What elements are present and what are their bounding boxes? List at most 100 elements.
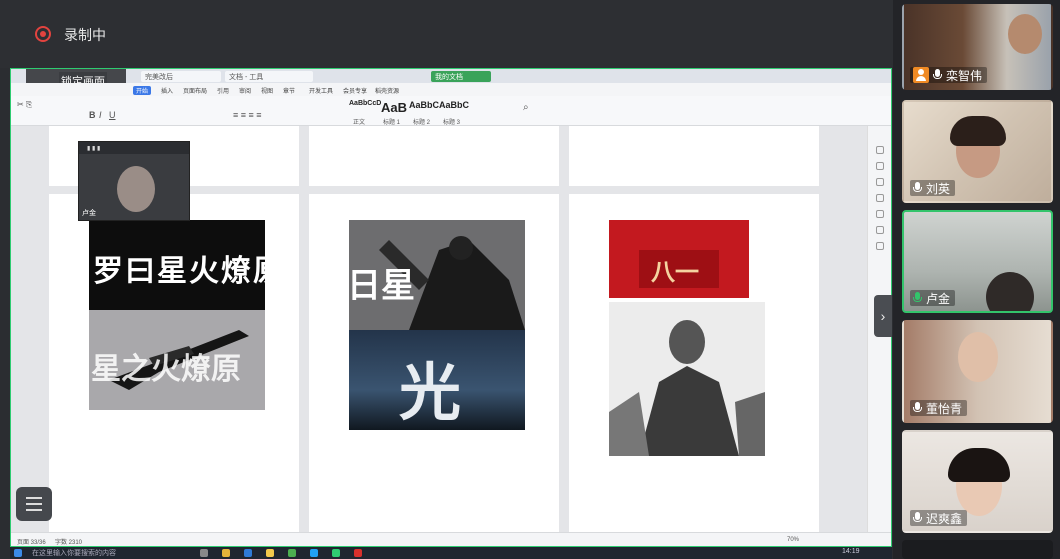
host-icon [913,67,929,83]
shared-screen: 完美改后 文档 - 工具 我的文档 锁定画面 开始 插入 页面布局 引用 审阅 … [10,68,892,547]
artwork-rifle-gray: 星之火燎原 [89,310,265,410]
edge-icon[interactable] [310,549,318,557]
page-preview [569,126,819,186]
participant-face [986,272,1034,311]
recording-icon[interactable] [35,26,51,42]
microphone-icon [913,402,922,414]
tool-icon[interactable] [876,210,884,218]
windows-start-icon[interactable] [14,549,22,557]
ribbon-tab-home[interactable]: 开始 [133,86,152,95]
style-heading2-name: 标题 2 [413,120,431,126]
shared-video-thumbnail[interactable]: ▮ ▮ ▮ 卢金 [78,141,190,221]
tool-icon[interactable] [876,226,884,234]
participant-face [958,332,998,382]
tool-icon[interactable] [876,146,884,154]
ribbon-tab-layout[interactable]: 页面布局 [183,86,207,95]
ribbon-tab-sections[interactable]: 章节 [283,86,295,95]
artwork-red-banner: 八一 [609,220,749,298]
artwork-text: 罗曰星火燎原 [93,254,265,289]
tool-icon[interactable] [876,178,884,186]
artwork-calligraphy-black: 罗曰星火燎原 [89,220,265,310]
os-taskbar: 在这里输入你要搜索的内容 14:19 [10,547,892,559]
artwork-text: 光 [399,356,462,429]
banner-text: 八一 [651,257,699,286]
status-page: 页面 33/36 [17,540,46,546]
wps-icon[interactable] [354,549,362,557]
ribbon-tab-member[interactable]: 会员专享 [343,86,367,95]
participant-tile[interactable]: 卢金 [902,210,1053,313]
style-heading1[interactable]: AaB [381,100,407,115]
participant-label: 迟爽鑫 [910,510,968,526]
participant-hair [948,448,1010,482]
artwork-portrait-sketch [609,302,765,456]
bold-icon[interactable]: B [89,110,96,120]
ribbon-tab-developer[interactable]: 开发工具 [309,86,333,95]
participant-name: 卢金 [926,291,951,306]
chevron-right-icon[interactable]: › [874,295,892,337]
participant-name: 栾智伟 [946,68,983,83]
recording-bar: 录制中 [0,0,893,68]
paste-icon[interactable]: ✂ ⎘ [17,100,32,110]
participant-name: 刘英 [926,181,951,196]
participant-label: 卢金 [910,290,956,306]
meeting-window: 录制中 完美改后 文档 - 工具 我的文档 锁定画面 开始 插入 页面布局 引用… [0,0,1060,559]
artwork-text: 星之火燎原 [91,352,241,387]
ribbon-tab-references[interactable]: 引用 [217,86,229,95]
file-explorer-icon[interactable] [222,549,230,557]
tool-icon[interactable] [876,162,884,170]
taskbar-search[interactable]: 在这里输入你要搜索的内容 [32,548,116,558]
artwork-soldiers: 日星 [349,220,525,330]
ribbon-tab-review[interactable]: 审阅 [239,86,251,95]
underline-icon[interactable]: U [109,110,116,120]
ribbon-tab-resources[interactable]: 稻壳资源 [375,86,399,95]
participant-name: 董怡青 [926,401,963,416]
folder-icon[interactable] [266,549,274,557]
browser-tab[interactable]: 我的文档 [431,71,491,82]
participant-tile[interactable]: 刘英 [902,100,1053,203]
artwork-text: 日星 [349,266,415,306]
tool-icon[interactable] [876,194,884,202]
task-view-icon[interactable] [200,549,208,557]
search-icon[interactable]: ⌕ [523,102,529,113]
pip-header: ▮ ▮ ▮ [79,142,189,154]
participant-label: 董怡青 [910,400,968,416]
style-heading1-name: 标题 1 [383,120,401,126]
participant-label: 栾智伟 [910,67,988,83]
browser-tab[interactable]: 完美改后 [141,71,221,82]
ribbon-tab-insert[interactable]: 插入 [161,86,173,95]
italic-icon[interactable]: I [99,110,102,120]
participant-tile[interactable]: 董怡青 [902,320,1053,423]
style-heading2[interactable]: AaBbC [409,100,439,110]
microphone-icon [933,69,942,81]
participant-tile-partial[interactable] [902,540,1053,559]
style-heading3[interactable]: AaBbC [439,100,469,110]
list-toggle-button[interactable] [16,487,52,521]
portrait-graphic [609,320,765,456]
participant-tile[interactable]: 迟爽鑫 [902,430,1053,533]
status-zoom[interactable]: 70% [787,537,799,543]
ribbon-toolbar: ✂ ⎘ B I U ≡ ≡ ≡ ≡ AaBbCcD AaB AaBbC AaBb… [11,96,891,126]
style-heading3-name: 标题 3 [443,120,461,126]
browser-tab[interactable]: 文档 - 工具 [225,71,313,82]
participant-label: 刘英 [910,180,956,196]
participant-tile[interactable]: 栾智伟 [902,4,1053,90]
style-normal[interactable]: AaBbCcD [349,100,381,107]
mail-icon[interactable] [244,549,252,557]
align-icon[interactable]: ≡ ≡ ≡ ≡ [233,110,262,120]
participant-hair [950,116,1006,146]
participants-panel: 栾智伟 刘英 卢金 董怡青 迟爽鑫 [893,0,1060,559]
status-words: 字数 2310 [55,540,83,546]
participant-face [1008,14,1042,54]
tool-icon[interactable] [876,242,884,250]
microphone-icon [913,512,922,524]
style-normal-name: 正文 [353,120,366,126]
microphone-icon [913,182,922,194]
browser-tab-strip: 完美改后 文档 - 工具 我的文档 [11,69,891,83]
recording-label: 录制中 [64,27,106,43]
pip-face [117,166,155,212]
ribbon-tab-view[interactable]: 视图 [261,86,273,95]
taskbar-clock: 14:19 [842,548,860,555]
ribbon-menu: 开始 插入 页面布局 引用 审阅 视图 章节 开发工具 会员专享 稻壳资源 [11,83,891,96]
wechat-icon[interactable] [332,549,340,557]
browser-icon[interactable] [288,549,296,557]
